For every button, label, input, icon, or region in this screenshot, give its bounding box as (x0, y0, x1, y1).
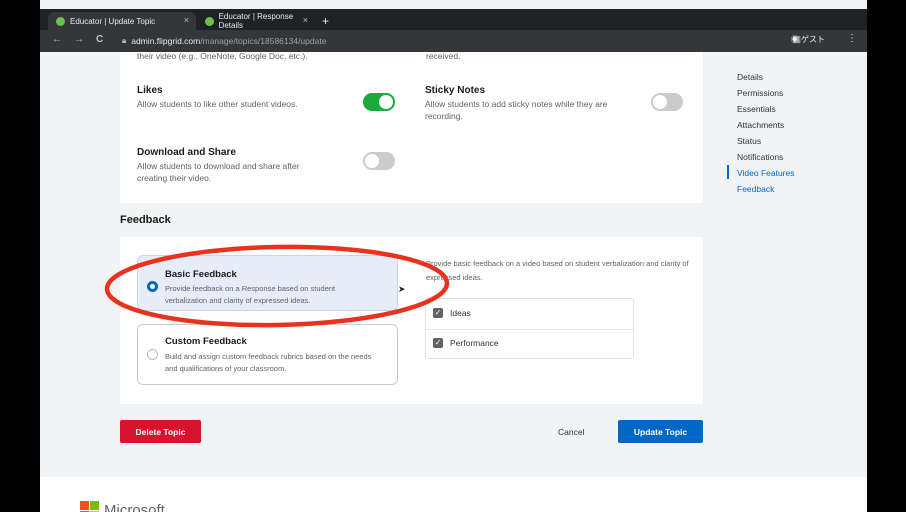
back-arrow-icon[interactable]: ← (52, 34, 62, 45)
sticky-notes-toggle[interactable] (651, 93, 683, 111)
footer: Microsoft (40, 477, 867, 512)
url-domain: admin.flipgrid.com (131, 36, 201, 46)
update-topic-button[interactable]: Update Topic (618, 420, 703, 443)
logo-square (80, 501, 89, 510)
tab-close-icon[interactable]: × (303, 15, 308, 25)
custom-feedback-option[interactable]: Custom Feedback Build and assign custom … (137, 324, 398, 385)
reload-icon[interactable]: C (96, 34, 103, 45)
url-path: /manage/topics/18586134/update (200, 36, 327, 46)
tab-close-icon[interactable]: × (184, 15, 189, 25)
likes-description: Allow students to like other student vid… (137, 99, 298, 109)
custom-feedback-title: Custom Feedback (165, 336, 247, 347)
tab-label: Educator | Update Topic (70, 16, 156, 26)
sticky-notes-title: Sticky Notes (425, 85, 486, 96)
sticky-notes-description: Allow students to add sticky notes while… (425, 99, 608, 121)
nav-status[interactable]: Status (737, 136, 761, 146)
lock-icon: 🔒︎ (122, 36, 127, 45)
profile-label: ゲスト (801, 35, 825, 44)
video-features-card: their video (e.g., OneNote, Google Doc, … (120, 51, 703, 203)
logo-square (90, 501, 99, 510)
cut-off-description-left: their video (e.g., OneNote, Google Doc, … (137, 51, 308, 61)
likes-title: Likes (137, 85, 163, 96)
nav-essentials[interactable]: Essentials (737, 104, 776, 114)
feedback-criteria-list: ✓ Ideas ✓ Performance (425, 298, 635, 359)
cut-off-description-right: received. (426, 51, 461, 61)
nav-details[interactable]: Details (737, 72, 763, 82)
url-field[interactable]: 🔒︎ admin.flipgrid.com /manage/topics/185… (122, 33, 772, 49)
criterion-label: Performance (450, 338, 499, 348)
custom-feedback-description: Build and assign custom feedback rubrics… (165, 352, 372, 373)
tab-label: Educator | Response Details (218, 12, 294, 30)
toggle-knob (379, 95, 393, 109)
criterion-performance[interactable]: ✓ Performance (433, 338, 499, 348)
download-share-description: Allow students to download and share aft… (137, 161, 300, 183)
flipgrid-favicon-icon (56, 16, 65, 26)
download-share-toggle[interactable] (363, 152, 395, 170)
browser-menu-icon[interactable]: ⋮ (847, 33, 857, 44)
tab-response-details[interactable]: Educator | Response Details × (197, 12, 315, 30)
profile-icon: ◉ (790, 35, 799, 44)
nav-feedback[interactable]: Feedback (737, 184, 774, 194)
nav-notifications[interactable]: Notifications (737, 152, 783, 162)
likes-toggle[interactable] (363, 93, 395, 111)
custom-feedback-radio[interactable] (147, 349, 158, 360)
nav-active-indicator (727, 165, 729, 179)
nav-permissions[interactable]: Permissions (737, 88, 783, 98)
criterion-label: Ideas (450, 308, 471, 318)
new-tab-button[interactable]: + (322, 14, 329, 28)
basic-feedback-explanation: Provide basic feedback on a video based … (426, 259, 689, 282)
flipgrid-favicon-icon (205, 16, 214, 26)
nav-video-features[interactable]: Video Features (737, 168, 795, 178)
divider (426, 329, 635, 330)
forward-arrow-icon[interactable]: → (74, 34, 84, 45)
feedback-heading: Feedback (120, 214, 171, 226)
browser-address-bar: ← → C 🔒︎ admin.flipgrid.com /manage/topi… (40, 30, 867, 52)
microsoft-logo-icon (80, 501, 100, 512)
browser-tab-bar: Educator | Update Topic × Educator | Res… (40, 9, 867, 30)
download-share-title: Download and Share (137, 147, 236, 158)
delete-topic-button[interactable]: Delete Topic (120, 420, 201, 443)
page-content: their video (e.g., OneNote, Google Doc, … (40, 51, 867, 512)
profile-button[interactable]: ◉ ゲスト (791, 34, 825, 45)
mouse-cursor-icon: ➤ (398, 284, 406, 294)
nav-attachments[interactable]: Attachments (737, 120, 784, 130)
screen: Educator | Update Topic × Educator | Res… (40, 0, 867, 512)
cancel-button[interactable]: Cancel (558, 427, 584, 437)
tab-update-topic[interactable]: Educator | Update Topic × (48, 12, 196, 30)
toggle-knob (365, 154, 379, 168)
checkbox-checked-icon[interactable]: ✓ (433, 338, 443, 348)
microsoft-brand-name: Microsoft (104, 502, 165, 512)
toggle-knob (653, 95, 667, 109)
